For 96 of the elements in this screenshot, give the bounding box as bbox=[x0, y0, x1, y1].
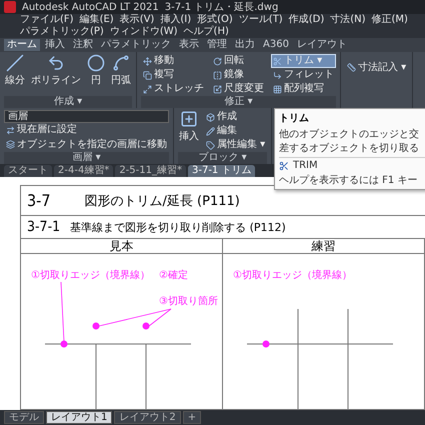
file-tab[interactable]: 3-7-1 トリム bbox=[188, 165, 256, 177]
annotation-label: ①切取りエッジ（境界線） bbox=[31, 268, 150, 282]
layout-tab[interactable]: + bbox=[182, 411, 202, 424]
ribbon-tab[interactable]: 注釈 bbox=[70, 39, 96, 51]
ribbon-tab[interactable]: ホーム bbox=[4, 39, 40, 51]
ribbon-tool-button[interactable]: 配列複写 bbox=[271, 82, 336, 96]
layers-icon bbox=[6, 140, 15, 150]
annotation-label: ①切取りエッジ（境界線） bbox=[233, 268, 352, 282]
menu-item[interactable]: パラメトリック(P) bbox=[20, 26, 104, 38]
corner-arrow-icon bbox=[273, 70, 282, 80]
mirror-icon bbox=[213, 70, 222, 80]
ribbon-tool-button[interactable]: 円 bbox=[86, 54, 106, 96]
ribbon-tool-button[interactable]: ポリライン bbox=[30, 54, 82, 96]
menu-item[interactable]: ツール(T) bbox=[238, 14, 283, 26]
ribbon-tool-button[interactable]: フィレット bbox=[271, 68, 336, 82]
subsection-title: 基準線まで図形を切り取り削除する (P112) bbox=[70, 220, 286, 234]
ribbon-tool-button[interactable]: 尺度変更 bbox=[211, 82, 266, 96]
scale-icon bbox=[213, 84, 222, 94]
ribbon-tool-button[interactable]: 編集 bbox=[204, 124, 268, 138]
ribbon-tab[interactable]: 表示 bbox=[176, 39, 202, 51]
ribbon-tab[interactable]: 出力 bbox=[232, 39, 258, 51]
layout-tab[interactable]: レイアウト1 bbox=[46, 411, 112, 424]
section-number: 3-7 bbox=[27, 191, 51, 210]
ribbon-tool-button[interactable]: 鏡像 bbox=[211, 68, 266, 82]
tooltip-command: TRIM bbox=[293, 160, 318, 171]
subsection-number: 3-7-1 bbox=[27, 219, 60, 235]
column-heading: 見本 bbox=[21, 239, 222, 254]
menu-item[interactable]: 編集(E) bbox=[80, 14, 114, 26]
ribbon-tab[interactable]: A360 bbox=[260, 39, 292, 51]
ribbon-tool-button[interactable]: 移動 bbox=[141, 54, 206, 68]
panel-title[interactable]: 修正 ▾ bbox=[141, 96, 336, 108]
stretch-arrows-icon bbox=[143, 84, 152, 94]
tooltip-title: トリム bbox=[279, 112, 310, 125]
ribbon-tool-button[interactable]: 作成 bbox=[204, 110, 268, 124]
point-marker bbox=[60, 340, 68, 348]
point-marker bbox=[142, 322, 150, 330]
block-icon bbox=[206, 112, 215, 122]
file-tab[interactable]: 2-5-11_練習* bbox=[115, 165, 186, 177]
app-logo-icon[interactable] bbox=[4, 1, 16, 13]
point-marker bbox=[92, 322, 100, 330]
panel-title[interactable]: 作成 ▾ bbox=[4, 96, 132, 108]
ribbon-tool-button[interactable]: 属性編集 ▾ bbox=[204, 138, 268, 152]
arc-arrow-icon bbox=[47, 54, 65, 72]
ruler-icon bbox=[347, 63, 356, 72]
layer-dropdown[interactable]: 画層 bbox=[4, 110, 169, 124]
ribbon-tool-button[interactable]: 寸法記入 ▾ bbox=[345, 54, 408, 82]
plus-square-icon bbox=[180, 110, 198, 128]
arrows-icon bbox=[6, 126, 15, 135]
circle-icon bbox=[87, 54, 105, 72]
annotation-label: ③切取り箇所 bbox=[159, 294, 218, 308]
layout-tab[interactable]: モデル bbox=[4, 411, 44, 424]
copy-icon bbox=[143, 70, 152, 80]
menu-item[interactable]: 表示(V) bbox=[120, 14, 154, 26]
ribbon-tool-button[interactable]: ストレッチ bbox=[141, 82, 206, 96]
tooltip-description: 他のオブジェクトのエッジと交差するオブジェクトを切り取る bbox=[279, 128, 420, 155]
menu-item[interactable]: ウィンドウ(W) bbox=[110, 26, 178, 38]
ribbon-tool-button[interactable]: 複写 bbox=[141, 68, 206, 82]
ribbon-tool-button[interactable]: 現在層に設定 bbox=[4, 123, 169, 138]
point-marker bbox=[262, 340, 270, 348]
file-tab[interactable]: 2-4-4練習* bbox=[54, 165, 114, 177]
leader-line bbox=[60, 282, 64, 342]
scissors-icon bbox=[279, 160, 289, 170]
panel-title[interactable]: ブロック ▾ bbox=[178, 152, 268, 164]
menu-item[interactable]: ファイル(F) bbox=[20, 14, 74, 26]
app-title: Autodesk AutoCAD LT 2021 bbox=[22, 2, 159, 12]
curve-icon bbox=[112, 54, 130, 72]
rotate-icon bbox=[213, 56, 222, 66]
panel-title[interactable]: 画層 ▾ bbox=[4, 152, 169, 164]
menu-item[interactable]: 修正(M) bbox=[372, 14, 408, 26]
pencil-icon bbox=[206, 126, 215, 136]
menu-item[interactable]: 寸法(N) bbox=[330, 14, 366, 26]
line-icon bbox=[6, 54, 24, 72]
ribbon-tab[interactable]: 挿入 bbox=[42, 39, 68, 51]
file-tab[interactable]: スタート bbox=[4, 165, 52, 177]
grid-icon bbox=[273, 84, 282, 94]
ribbon-tab[interactable]: レイアウト bbox=[294, 39, 350, 51]
menu-item[interactable]: 挿入(I) bbox=[160, 14, 192, 26]
ribbon-tab[interactable]: パラメトリック bbox=[98, 39, 174, 51]
layout-tab[interactable]: レイアウト2 bbox=[114, 411, 181, 424]
ribbon-tool-button[interactable]: 回転 bbox=[211, 54, 266, 68]
ribbon-tab[interactable]: 管理 bbox=[204, 39, 230, 51]
menu-item[interactable]: 作成(D) bbox=[288, 14, 324, 26]
ribbon-tool-button[interactable]: オブジェクトを指定の画層に移動 bbox=[4, 138, 169, 152]
tooltip-help: ヘルプを表示するには F1 キー bbox=[279, 174, 418, 187]
menu-item[interactable]: ヘルプ(H) bbox=[184, 26, 229, 38]
tag-icon bbox=[206, 140, 215, 150]
ribbon-tool-button[interactable]: 挿入 bbox=[178, 110, 200, 152]
scissors-icon bbox=[273, 56, 282, 66]
ribbon-tool-button[interactable]: 線分 bbox=[4, 54, 26, 96]
column-heading: 練習 bbox=[223, 239, 424, 254]
file-title: 3-7-1 トリム・延長.dwg bbox=[164, 1, 278, 14]
move-arrows-icon bbox=[143, 56, 152, 66]
section-title: 図形のトリム/延長 (P111) bbox=[84, 192, 240, 210]
ribbon-tool-button[interactable]: 円弧 bbox=[110, 54, 132, 96]
annotation-label: ②確定 bbox=[159, 268, 188, 282]
menu-item[interactable]: 形式(O) bbox=[197, 14, 233, 26]
